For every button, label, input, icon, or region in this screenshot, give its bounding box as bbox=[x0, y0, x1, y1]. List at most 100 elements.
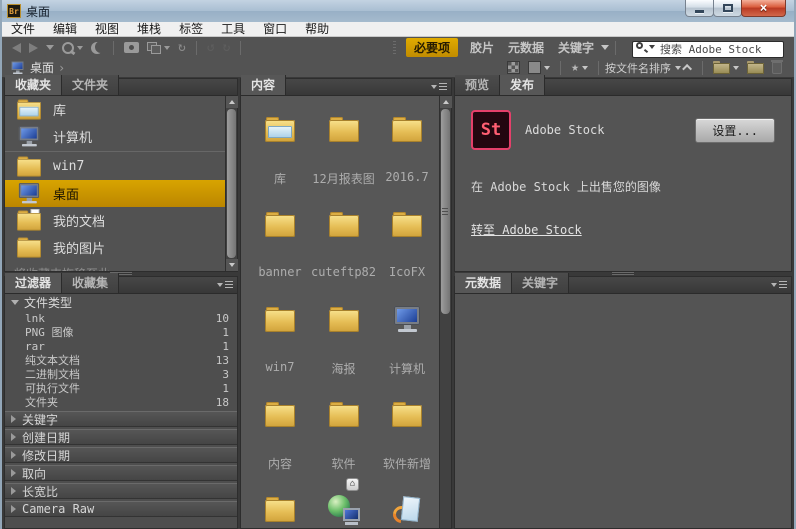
favorites-item-computer[interactable]: 计算机 bbox=[5, 123, 225, 150]
workspace-tab-essentials[interactable]: 必要项 bbox=[406, 38, 458, 57]
content-item-computer[interactable]: 计算机 bbox=[376, 296, 438, 391]
filter-group-date-modified[interactable]: 修改日期 bbox=[5, 447, 237, 463]
workspace-tab-keywords[interactable]: 关键字 bbox=[558, 39, 594, 56]
content-item-software[interactable]: 软件 bbox=[311, 391, 376, 486]
new-folder-button[interactable] bbox=[747, 59, 764, 77]
rotate-right-button[interactable]: ↻ bbox=[223, 39, 231, 57]
tab-filter[interactable]: 过滤器 bbox=[5, 273, 62, 293]
delete-button[interactable] bbox=[772, 59, 782, 77]
maximize-button[interactable] bbox=[713, 0, 742, 17]
adobe-stock-header: St Adobe Stock 设置... bbox=[471, 110, 775, 150]
filter-row-executable[interactable]: 可执行文件 1 bbox=[5, 381, 237, 395]
breadcrumb-location[interactable]: 桌面 bbox=[30, 59, 54, 76]
menu-file[interactable]: 文件 bbox=[2, 22, 44, 37]
rating-filter-button[interactable]: ★ bbox=[571, 59, 588, 77]
go-to-adobe-stock-link[interactable]: 转至 Adobe Stock bbox=[471, 221, 582, 238]
filter-group-date-created[interactable]: 创建日期 bbox=[5, 429, 237, 445]
get-photos-from-camera-button[interactable] bbox=[124, 39, 139, 57]
scrollbar-thumb[interactable] bbox=[227, 109, 236, 258]
close-button[interactable]: × bbox=[741, 0, 786, 17]
favorites-item-desktop[interactable]: 桌面 bbox=[5, 180, 225, 207]
filter-row-plain-text[interactable]: 纯文本文档 13 bbox=[5, 353, 237, 367]
filter-row-lnk[interactable]: lnk 10 bbox=[5, 311, 237, 325]
favorites-panel: 收藏夹 文件夹 库 计算机 win7 桌面 bbox=[4, 78, 238, 272]
filter-group-keywords[interactable]: 关键字 bbox=[5, 411, 237, 427]
filter-by-rating-button[interactable] bbox=[507, 59, 520, 77]
menu-label[interactable]: 标签 bbox=[170, 22, 212, 37]
sort-dropdown-icon[interactable] bbox=[675, 66, 681, 70]
content-item-posters[interactable]: 海报 bbox=[311, 296, 376, 391]
thumbnail-quality-button[interactable] bbox=[528, 59, 550, 77]
tab-favorites[interactable]: 收藏夹 bbox=[5, 75, 62, 95]
workspace-dropdown-icon[interactable] bbox=[601, 45, 609, 50]
menu-stacks[interactable]: 堆栈 bbox=[128, 22, 170, 37]
scroll-up-button[interactable] bbox=[440, 96, 452, 108]
filter-row-folder[interactable]: 文件夹 18 bbox=[5, 395, 237, 409]
workspace-grip[interactable] bbox=[393, 41, 396, 55]
menu-tools[interactable]: 工具 bbox=[212, 22, 254, 37]
favorites-scrollbar[interactable] bbox=[225, 96, 237, 271]
filter-row-png[interactable]: PNG 图像 1 bbox=[5, 325, 237, 339]
content-panel-menu-button[interactable] bbox=[431, 83, 447, 90]
favorites-item-my-documents[interactable]: 我的文档 bbox=[5, 207, 225, 234]
tab-content[interactable]: 内容 bbox=[241, 75, 286, 95]
content-item-folder[interactable] bbox=[249, 486, 311, 528]
content-item-icofx[interactable]: IcoFX bbox=[376, 201, 438, 296]
tab-metadata[interactable]: 元数据 bbox=[455, 273, 512, 293]
computer-icon bbox=[17, 126, 40, 148]
content-item-banner[interactable]: banner bbox=[249, 201, 311, 296]
search-scope-dropdown-icon[interactable] bbox=[649, 45, 655, 49]
sync-button[interactable]: ↻ bbox=[178, 39, 186, 57]
filter-row-rar[interactable]: rar 1 bbox=[5, 339, 237, 353]
content-scrollbar[interactable] bbox=[439, 96, 451, 528]
tab-folders[interactable]: 文件夹 bbox=[62, 75, 119, 95]
workspace-tab-filmstrip[interactable]: 胶片 bbox=[470, 39, 494, 56]
filter-panel-menu-button[interactable] bbox=[217, 281, 233, 288]
menu-view[interactable]: 视图 bbox=[86, 22, 128, 37]
menu-edit[interactable]: 编辑 bbox=[44, 22, 86, 37]
menu-help[interactable]: 帮助 bbox=[296, 22, 338, 37]
favorites-item-libraries[interactable]: 库 bbox=[5, 96, 225, 123]
content-item-2016-7[interactable]: 2016.7 bbox=[376, 106, 438, 201]
content-item-installer[interactable] bbox=[376, 486, 438, 528]
metadata-panel-menu-button[interactable] bbox=[771, 281, 787, 288]
favorites-item-win7[interactable]: win7 bbox=[5, 153, 225, 180]
boomerang-icon bbox=[62, 42, 74, 54]
workspace-tab-metadata[interactable]: 元数据 bbox=[508, 39, 544, 56]
content-item-win7[interactable]: win7 bbox=[249, 296, 311, 391]
sort-by-label[interactable]: 按文件名排序 bbox=[605, 60, 671, 76]
tab-publish[interactable]: 发布 bbox=[500, 75, 545, 95]
filter-group-aspect-ratio[interactable]: 长宽比 bbox=[5, 483, 237, 499]
content-panel: 内容 库 12月报表图 2016.7 banner bbox=[240, 78, 452, 529]
content-item-libraries[interactable]: 库 bbox=[249, 106, 311, 201]
tab-collections[interactable]: 收藏集 bbox=[62, 273, 119, 293]
minimize-button[interactable] bbox=[685, 0, 714, 17]
chevron-down-icon bbox=[733, 66, 739, 70]
content-item-dec-reports[interactable]: 12月报表图 bbox=[311, 106, 376, 201]
filter-group-camera-raw[interactable]: Camera Raw bbox=[5, 501, 237, 517]
filter-group-file-type[interactable]: 文件类型 bbox=[5, 294, 237, 311]
rotate-left-button[interactable]: ↺ bbox=[207, 39, 215, 57]
output-stack-button[interactable] bbox=[147, 39, 170, 57]
filter-group-orientation[interactable]: 取向 bbox=[5, 465, 237, 481]
panel-splitter[interactable] bbox=[612, 272, 634, 275]
content-item-network[interactable]: ⌂ bbox=[311, 486, 376, 528]
sort-ascending-button[interactable] bbox=[685, 59, 692, 77]
tab-preview[interactable]: 预览 bbox=[455, 75, 500, 95]
search-input[interactable] bbox=[632, 41, 784, 58]
favorites-item-my-pictures[interactable]: 我的图片 bbox=[5, 234, 225, 261]
content-item-cuteftp82[interactable]: cuteftp82 bbox=[311, 201, 376, 296]
filter-row-binary[interactable]: 二进制文档 3 bbox=[5, 367, 237, 381]
triangle-down-icon bbox=[11, 300, 19, 305]
content-item-software-new[interactable]: 软件新增 bbox=[376, 391, 438, 486]
refine-button[interactable] bbox=[91, 39, 103, 57]
menu-window[interactable]: 窗口 bbox=[254, 22, 296, 37]
open-recent-folder-button[interactable] bbox=[713, 59, 739, 77]
filter-count: 13 bbox=[216, 354, 229, 367]
tab-keywords[interactable]: 关键字 bbox=[512, 273, 569, 293]
folder-icon bbox=[392, 212, 422, 238]
settings-button[interactable]: 设置... bbox=[695, 118, 775, 143]
scroll-up-button[interactable] bbox=[226, 96, 238, 108]
content-item-content[interactable]: 内容 bbox=[249, 391, 311, 486]
scroll-down-button[interactable] bbox=[226, 259, 238, 271]
